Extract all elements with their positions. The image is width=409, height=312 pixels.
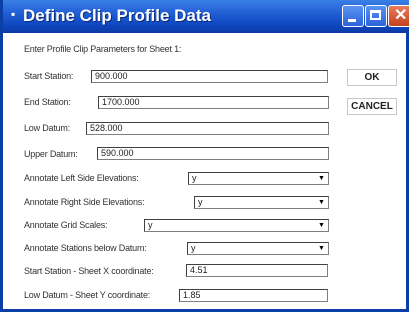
annotate-left-label: Annotate Left Side Elevations: xyxy=(24,173,139,183)
close-icon: ✕ xyxy=(394,7,408,24)
low-datum-y-input[interactable]: 1.85 xyxy=(179,289,328,302)
minimize-button[interactable] xyxy=(342,5,364,27)
start-station-label: Start Station: xyxy=(24,71,74,81)
annotate-grid-value: y xyxy=(148,220,153,230)
window-title: Define Clip Profile Data xyxy=(23,6,211,25)
annotate-stations-label: Annotate Stations below Datum: xyxy=(24,243,147,253)
chevron-down-icon[interactable]: ▼ xyxy=(316,221,327,230)
annotate-stations-value: y xyxy=(191,243,196,253)
ok-button[interactable]: OK xyxy=(347,69,397,86)
close-button[interactable]: ✕ xyxy=(388,5,409,27)
annotate-stations-select[interactable]: y ▼ xyxy=(187,242,329,255)
chevron-down-icon[interactable]: ▼ xyxy=(316,244,327,253)
low-datum-label: Low Datum: xyxy=(24,123,71,133)
title-bar[interactable]: ▪ Define Clip Profile Data ✕ xyxy=(3,0,409,33)
low-datum-input[interactable]: 528.000 xyxy=(86,122,329,135)
start-station-x-input[interactable]: 4.51 xyxy=(186,264,328,277)
annotate-grid-label: Annotate Grid Scales: xyxy=(24,220,108,230)
annotate-right-value: y xyxy=(198,197,203,207)
chevron-down-icon[interactable]: ▼ xyxy=(316,198,327,207)
low-datum-y-label: Low Datum - Sheet Y coordinate: xyxy=(24,290,151,300)
end-station-input[interactable]: 1700.000 xyxy=(98,96,329,109)
annotate-right-select[interactable]: y ▼ xyxy=(194,196,329,209)
dialog-icon[interactable]: ▪ xyxy=(11,8,21,20)
annotate-grid-select[interactable]: y ▼ xyxy=(144,219,329,232)
intro-text: Enter Profile Clip Parameters for Sheet … xyxy=(24,44,182,54)
annotate-left-select[interactable]: y ▼ xyxy=(188,172,329,185)
upper-datum-input[interactable]: 590.000 xyxy=(97,147,329,160)
maximize-button[interactable] xyxy=(365,5,387,27)
start-station-x-label: Start Station - Sheet X coordinate: xyxy=(24,266,154,276)
annotate-right-label: Annotate Right Side Elevations: xyxy=(24,197,145,207)
start-station-input[interactable]: 900.000 xyxy=(91,70,328,83)
cancel-button[interactable]: CANCEL xyxy=(347,98,397,115)
annotate-left-value: y xyxy=(192,173,197,183)
upper-datum-label: Upper Datum: xyxy=(24,149,78,159)
dialog-body: Enter Profile Clip Parameters for Sheet … xyxy=(3,33,409,312)
end-station-label: End Station: xyxy=(24,97,71,107)
chevron-down-icon[interactable]: ▼ xyxy=(316,174,327,183)
dialog-window: ▪ Define Clip Profile Data ✕ Enter Profi… xyxy=(0,0,409,312)
